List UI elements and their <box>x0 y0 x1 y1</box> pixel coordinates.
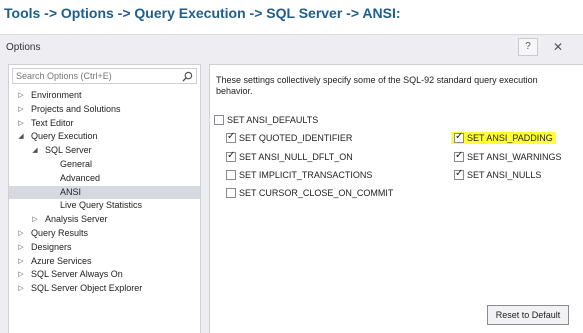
implicit-transactions-label: SET IMPLICIT_TRANSACTIONS <box>239 170 373 180</box>
tree-item-label: Query Results <box>31 227 89 238</box>
search-placeholder: Search Options (Ctrl+E) <box>16 71 112 81</box>
search-icon[interactable] <box>182 71 193 82</box>
tree-item-label: ANSI <box>60 186 82 197</box>
tree-item-label: Analysis Server <box>45 214 108 225</box>
tree-item-label: SQL Server Object Explorer <box>31 283 143 294</box>
tree-item-general[interactable]: General <box>9 158 200 172</box>
ansi-defaults-option[interactable]: SET ANSI_DEFAULTS <box>214 114 318 126</box>
implicit-transactions-checkbox[interactable] <box>226 170 236 180</box>
tree-item-label: Designers <box>31 241 72 252</box>
tree-item-label: Query Execution <box>31 131 98 142</box>
tree-item-label: SQL Server <box>45 145 92 156</box>
dialog-title: Options <box>6 42 41 53</box>
ansi-padding-checkbox[interactable] <box>454 131 464 143</box>
ansi-settings-pane: These settings collectively specify some… <box>209 64 583 333</box>
tree-item-query-execution[interactable]: ◢ Query Execution <box>9 130 200 144</box>
expand-arrow-icon[interactable]: ▷ <box>16 268 26 282</box>
tree-item-label: Text Editor <box>31 117 74 128</box>
tree-item-label: Environment <box>31 90 82 100</box>
implicit-transactions-option[interactable]: SET IMPLICIT_TRANSACTIONS <box>226 169 372 181</box>
expand-arrow-icon[interactable]: ▷ <box>16 227 26 241</box>
ansi-null-dflt-on-label: SET ANSI_NULL_DFLT_ON <box>239 152 353 162</box>
options-tree: ▷ Environment ▷ Projects and Solutions ▷… <box>9 89 200 296</box>
tree-item-ansi[interactable]: ANSI <box>9 185 200 200</box>
tree-item-label: Projects and Solutions <box>31 103 121 114</box>
search-options-input[interactable]: Search Options (Ctrl+E) <box>12 68 197 84</box>
collapse-arrow-icon[interactable]: ◢ <box>30 144 40 158</box>
tree-item-analysis-server[interactable]: ▷ Analysis Server <box>9 213 200 227</box>
tree-item-designers[interactable]: ▷ Designers <box>9 241 200 255</box>
ansi-defaults-label: SET ANSI_DEFAULTS <box>227 115 319 125</box>
ansi-nulls-option[interactable]: SET ANSI_NULLS <box>454 168 542 181</box>
options-dialog: Options ? ✕ Search Options (Ctrl+E) ▷ En… <box>0 34 583 333</box>
options-navigation-pane: Search Options (Ctrl+E) ▷ Environment ▷ … <box>8 64 201 333</box>
tree-item-label: Live Query Statistics <box>60 200 143 211</box>
expand-arrow-icon[interactable]: ▷ <box>16 103 26 117</box>
instruction-path-heading: Tools -> Options -> Query Execution -> S… <box>4 5 401 21</box>
cursor-close-on-commit-label: SET CURSOR_CLOSE_ON_COMMIT <box>239 188 394 198</box>
tree-item-sql-server[interactable]: ◢ SQL Server <box>9 144 200 158</box>
ansi-null-dflt-on-option[interactable]: SET ANSI_NULL_DFLT_ON <box>226 150 353 163</box>
expand-arrow-icon[interactable]: ▷ <box>16 241 26 255</box>
settings-description: These settings collectively specify some… <box>216 75 538 96</box>
cursor-close-on-commit-checkbox[interactable] <box>226 188 236 198</box>
tree-item-advanced[interactable]: Advanced <box>9 172 200 186</box>
tree-item-label: Azure Services <box>31 255 92 266</box>
tree-item-label: General <box>60 158 93 169</box>
help-button[interactable]: ? <box>518 38 538 56</box>
tree-item-azure-services[interactable]: ▷ Azure Services <box>9 255 200 269</box>
highlight-marker: SET ANSI_PADDING <box>451 131 556 144</box>
ansi-warnings-label: SET ANSI_WARNINGS <box>467 152 562 162</box>
ansi-null-dflt-on-checkbox[interactable] <box>226 150 236 162</box>
quoted-identifier-label: SET QUOTED_IDENTIFIER <box>239 133 353 143</box>
tree-item-projects-and-solutions[interactable]: ▷ Projects and Solutions <box>9 103 200 117</box>
collapse-arrow-icon[interactable]: ◢ <box>16 130 26 144</box>
tree-item-label: Advanced <box>60 172 101 183</box>
tree-item-query-results[interactable]: ▷ Query Results <box>9 227 200 241</box>
tree-item-sql-server-always-on[interactable]: ▷ SQL Server Always On <box>9 268 200 282</box>
tree-item-live-query-statistics[interactable]: Live Query Statistics <box>9 199 200 213</box>
tree-item-environment[interactable]: ▷ Environment <box>9 89 200 103</box>
expand-arrow-icon[interactable]: ▷ <box>16 282 26 296</box>
expand-arrow-icon[interactable]: ▷ <box>16 117 26 131</box>
expand-arrow-icon[interactable]: ▷ <box>30 213 40 227</box>
quoted-identifier-checkbox[interactable] <box>226 131 236 143</box>
expand-arrow-icon[interactable]: ▷ <box>16 89 26 103</box>
ansi-padding-label: SET ANSI_PADDING <box>467 133 553 143</box>
expand-arrow-icon[interactable]: ▷ <box>16 255 26 269</box>
tree-item-text-editor[interactable]: ▷ Text Editor <box>9 117 200 131</box>
ansi-warnings-checkbox[interactable] <box>454 150 464 162</box>
dialog-titlebar: Options ? ✕ <box>0 35 583 59</box>
close-button[interactable]: ✕ <box>548 38 568 56</box>
ansi-defaults-checkbox[interactable] <box>214 115 224 125</box>
tree-item-sql-server-object-explorer[interactable]: ▷ SQL Server Object Explorer <box>9 282 200 296</box>
ansi-padding-option[interactable]: SET ANSI_PADDING <box>451 131 556 144</box>
ansi-nulls-label: SET ANSI_NULLS <box>467 170 542 180</box>
tree-item-label: SQL Server Always On <box>31 269 123 280</box>
quoted-identifier-option[interactable]: SET QUOTED_IDENTIFIER <box>226 131 353 144</box>
ansi-warnings-option[interactable]: SET ANSI_WARNINGS <box>454 150 562 163</box>
reset-to-default-button[interactable]: Reset to Default <box>487 305 569 325</box>
ansi-nulls-checkbox[interactable] <box>454 168 464 180</box>
cursor-close-on-commit-option[interactable]: SET CURSOR_CLOSE_ON_COMMIT <box>226 187 393 199</box>
